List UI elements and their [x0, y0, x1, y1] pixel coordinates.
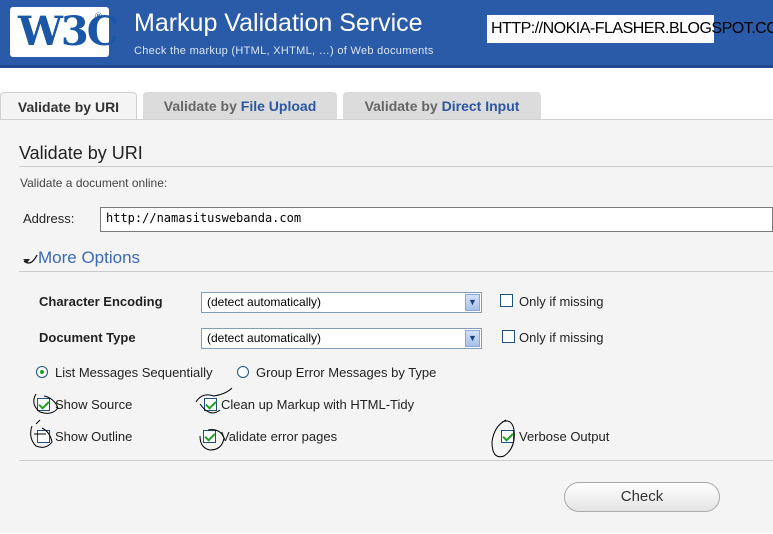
- w3c-logo[interactable]: W3C ®: [10, 7, 119, 57]
- select-value: (detect automatically): [207, 331, 322, 345]
- tab-label-prefix: Validate by: [17, 99, 95, 115]
- panel-title: Validate by URI: [19, 143, 143, 163]
- only-if-missing-encoding-checkbox[interactable]: [500, 294, 513, 307]
- page-subtitle: Check the markup (HTML, XHTML, …) of Web…: [134, 45, 434, 57]
- header-divider: [0, 65, 773, 68]
- divider: [19, 271, 773, 272]
- only-if-missing-doctype-checkbox[interactable]: [502, 330, 515, 343]
- show-source-checkbox[interactable]: [37, 398, 50, 411]
- tab-validate-by-file-upload[interactable]: Validate by File Upload: [143, 92, 337, 119]
- show-source-label: Show Source: [55, 397, 133, 412]
- group-by-type-radio[interactable]: [237, 366, 249, 378]
- only-if-missing-label: Only if missing: [519, 330, 604, 345]
- document-type-select[interactable]: (detect automatically) ▼: [201, 328, 482, 349]
- tab-validate-by-direct-input[interactable]: Validate by Direct Input: [343, 92, 541, 119]
- tab-label-prefix: Validate by: [364, 98, 442, 114]
- verbose-output-label: Verbose Output: [519, 429, 610, 444]
- tab-label-emph: File Upload: [240, 98, 317, 114]
- watermark-text: HTTP://NOKIA-FLASHER.BLOGSPOT.COM: [487, 15, 773, 43]
- panel-description: Validate a document online:: [20, 176, 168, 190]
- cleanup-markup-checkbox[interactable]: [204, 398, 217, 411]
- list-sequentially-label: List Messages Sequentially: [55, 365, 213, 380]
- chevron-down-icon: ▼: [465, 294, 480, 311]
- cleanup-markup-label: Clean up Markup with HTML-Tidy: [221, 397, 415, 412]
- character-encoding-select[interactable]: (detect automatically) ▼: [201, 292, 482, 313]
- page-title: Markup Validation Service: [134, 9, 423, 37]
- select-value: (detect automatically): [207, 295, 322, 309]
- logo-registered-mark: ®: [94, 12, 103, 22]
- address-label: Address:: [23, 211, 75, 226]
- divider: [19, 166, 773, 167]
- list-sequentially-radio[interactable]: [36, 366, 48, 378]
- verbose-output-checkbox[interactable]: [501, 430, 514, 443]
- show-outline-label: Show Outline: [55, 429, 133, 444]
- validate-panel: Validate by URI Validate a document onli…: [0, 119, 773, 533]
- tab-label-emph: Direct Input: [441, 98, 520, 114]
- tab-validate-by-uri[interactable]: Validate by URI: [0, 92, 137, 119]
- validate-error-pages-label: Validate error pages: [221, 429, 338, 444]
- tab-bar: Validate by URI Validate by File Upload …: [0, 92, 773, 119]
- tab-label-emph: URI: [94, 99, 120, 115]
- address-input[interactable]: http://namasituswebanda.com: [100, 207, 773, 232]
- more-options-toggle[interactable]: More Options: [38, 248, 140, 268]
- group-by-type-label: Group Error Messages by Type: [256, 365, 437, 380]
- document-type-label: Document Type: [39, 330, 136, 345]
- only-if-missing-label: Only if missing: [519, 294, 604, 309]
- check-button[interactable]: Check: [564, 482, 720, 512]
- header-bar: W3C ® Markup Validation Service Check th…: [0, 0, 773, 68]
- chevron-down-icon: ▼: [465, 330, 480, 347]
- tab-label-prefix: Validate by: [163, 98, 241, 114]
- validate-error-pages-checkbox[interactable]: [203, 430, 216, 443]
- show-outline-checkbox[interactable]: [37, 430, 50, 443]
- divider: [19, 460, 773, 461]
- character-encoding-label: Character Encoding: [39, 294, 163, 309]
